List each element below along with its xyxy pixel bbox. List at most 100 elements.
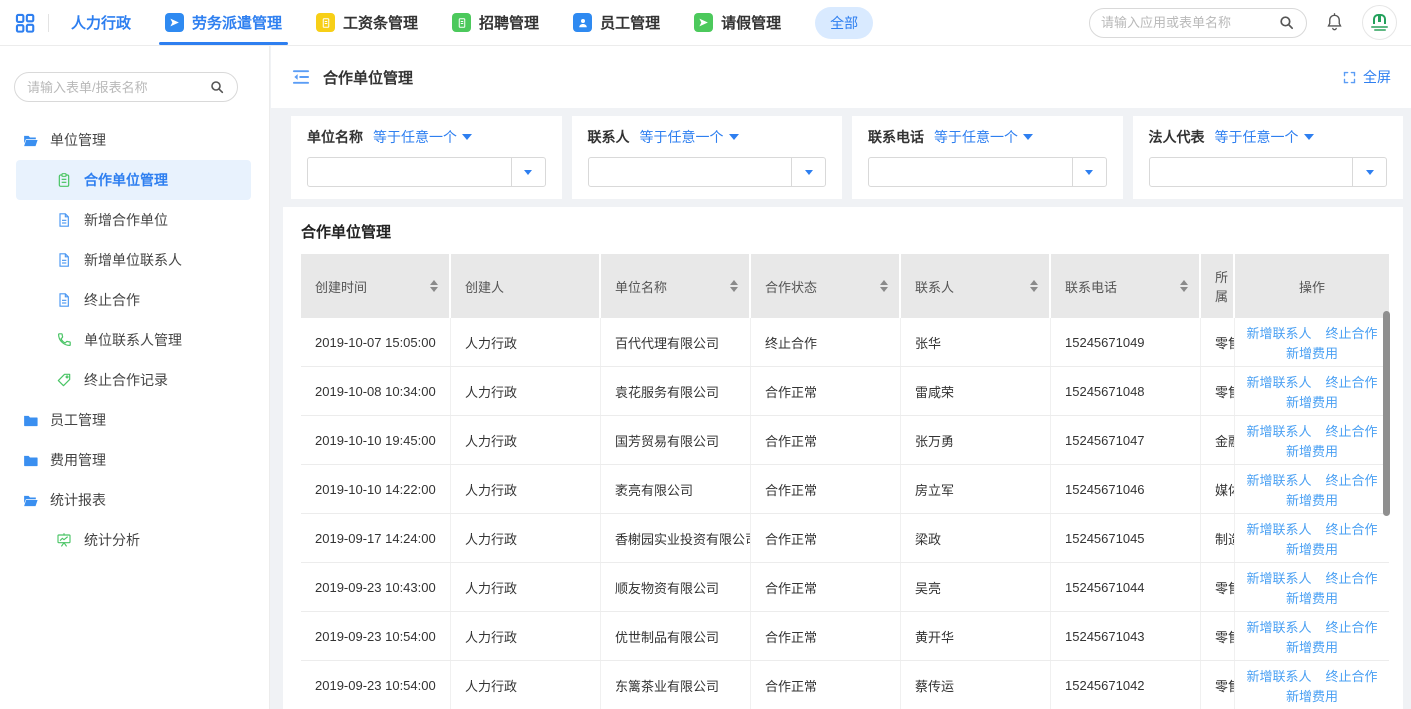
terminate-cooperation-link[interactable]: 终止合作 bbox=[1326, 519, 1378, 538]
search-icon[interactable] bbox=[1278, 14, 1295, 31]
sidebar-item[interactable]: 单位联系人管理 bbox=[16, 320, 251, 360]
terminate-cooperation-link[interactable]: 终止合作 bbox=[1326, 470, 1378, 489]
cell-phone: 15245671047 bbox=[1051, 416, 1201, 464]
add-contact-link[interactable]: 新增联系人 bbox=[1246, 519, 1311, 538]
filter-select-button[interactable] bbox=[511, 158, 545, 186]
filter-bar: 单位名称 等于任意一个 联系人 等于任意一个 bbox=[291, 116, 1403, 199]
filter-select-value[interactable] bbox=[869, 158, 1072, 186]
sidebar-item[interactable]: 费用管理 bbox=[16, 440, 251, 480]
topbar-tab[interactable]: 员工管理 bbox=[573, 0, 660, 45]
add-contact-link[interactable]: 新增联系人 bbox=[1246, 617, 1311, 636]
add-fee-link[interactable]: 新增费用 bbox=[1286, 539, 1338, 558]
menu-fold-icon[interactable] bbox=[291, 67, 311, 87]
cell-industry: 零售 bbox=[1201, 367, 1235, 415]
cell-created: 2019-09-23 10:43:00 bbox=[301, 563, 451, 611]
cell-actions: 新增联系人 终止合作 新增费用 bbox=[1235, 612, 1389, 660]
sidebar-item[interactable]: 员工管理 bbox=[16, 400, 251, 440]
terminate-cooperation-link[interactable]: 终止合作 bbox=[1326, 568, 1378, 587]
cell-phone: 15245671044 bbox=[1051, 563, 1201, 611]
filter-select-button[interactable] bbox=[791, 158, 825, 186]
terminate-cooperation-link[interactable]: 终止合作 bbox=[1326, 666, 1378, 685]
vertical-scrollbar[interactable] bbox=[1383, 311, 1390, 516]
sidebar-item[interactable]: 终止合作记录 bbox=[16, 360, 251, 400]
sort-icon[interactable] bbox=[880, 280, 888, 292]
add-contact-link[interactable]: 新增联系人 bbox=[1246, 323, 1311, 342]
all-apps-pill[interactable]: 全部 bbox=[815, 7, 873, 39]
sidebar-item[interactable]: 终止合作 bbox=[16, 280, 251, 320]
cell-created: 2019-09-23 10:54:00 bbox=[301, 661, 451, 709]
sidebar-search-input[interactable] bbox=[27, 80, 209, 95]
filter-select-button[interactable] bbox=[1352, 158, 1386, 186]
sidebar-menu: 单位管理合作单位管理新增合作单位新增单位联系人终止合作单位联系人管理终止合作记录… bbox=[0, 120, 269, 560]
column-header[interactable]: 合作状态 bbox=[751, 254, 901, 318]
add-contact-link[interactable]: 新增联系人 bbox=[1246, 568, 1311, 587]
filter-operator[interactable]: 等于任意一个 bbox=[1215, 127, 1314, 147]
add-fee-link[interactable]: 新增费用 bbox=[1286, 343, 1338, 362]
sidebar-item[interactable]: 单位管理 bbox=[16, 120, 251, 160]
terminate-cooperation-link[interactable]: 终止合作 bbox=[1326, 617, 1378, 636]
add-contact-link[interactable]: 新增联系人 bbox=[1246, 372, 1311, 391]
filter-select[interactable] bbox=[868, 157, 1107, 187]
filter-operator[interactable]: 等于任意一个 bbox=[934, 127, 1033, 147]
add-fee-link[interactable]: 新增费用 bbox=[1286, 392, 1338, 411]
page-header: 合作单位管理 全屏 bbox=[271, 46, 1411, 108]
filter-select[interactable] bbox=[588, 157, 827, 187]
person-icon bbox=[573, 13, 592, 32]
topbar-tab[interactable]: 招聘管理 bbox=[452, 0, 539, 45]
filter-operator[interactable]: 等于任意一个 bbox=[640, 127, 739, 147]
filter-select-value[interactable] bbox=[1150, 158, 1353, 186]
org-logo-icon bbox=[1373, 14, 1386, 24]
bell-icon[interactable] bbox=[1325, 12, 1344, 33]
sidebar-item[interactable]: 合作单位管理 bbox=[16, 160, 251, 200]
terminate-cooperation-link[interactable]: 终止合作 bbox=[1326, 421, 1378, 440]
fullscreen-button[interactable]: 全屏 bbox=[1342, 67, 1391, 87]
column-header[interactable]: 联系人 bbox=[901, 254, 1051, 318]
filter-select[interactable] bbox=[307, 157, 546, 187]
app-grid-icon[interactable] bbox=[14, 12, 36, 34]
sidebar-item[interactable]: 新增合作单位 bbox=[16, 200, 251, 240]
sort-icon[interactable] bbox=[430, 280, 438, 292]
search-icon[interactable] bbox=[209, 79, 225, 95]
column-header[interactable]: 创建时间 bbox=[301, 254, 451, 318]
topbar-tab[interactable]: 劳务派遣管理 bbox=[165, 0, 282, 45]
topbar-tabs: 劳务派遣管理工资条管理招聘管理 员工管理 请假管理 bbox=[165, 0, 815, 45]
add-contact-link[interactable]: 新增联系人 bbox=[1246, 421, 1311, 440]
filter-select[interactable] bbox=[1149, 157, 1388, 187]
sidebar-item[interactable]: 新增单位联系人 bbox=[16, 240, 251, 280]
sidebar-item[interactable]: 统计报表 bbox=[16, 480, 251, 520]
topbar-tab[interactable]: 工资条管理 bbox=[316, 0, 418, 45]
filter-select-button[interactable] bbox=[1072, 158, 1106, 186]
sidebar-item[interactable]: 统计分析 bbox=[16, 520, 251, 560]
chevron-down-icon bbox=[1366, 170, 1374, 175]
add-contact-link[interactable]: 新增联系人 bbox=[1246, 470, 1311, 489]
column-header[interactable]: 联系电话 bbox=[1051, 254, 1201, 318]
app-search[interactable] bbox=[1089, 8, 1307, 38]
workspace-name[interactable]: 人力行政 bbox=[71, 12, 131, 33]
add-fee-link[interactable]: 新增费用 bbox=[1286, 490, 1338, 509]
tab-label: 员工管理 bbox=[600, 12, 660, 33]
sidebar-search[interactable] bbox=[14, 72, 238, 102]
terminate-cooperation-link[interactable]: 终止合作 bbox=[1326, 323, 1378, 342]
sidebar-item-label: 统计报表 bbox=[50, 490, 106, 510]
app-search-input[interactable] bbox=[1101, 15, 1278, 30]
add-fee-link[interactable]: 新增费用 bbox=[1286, 637, 1338, 656]
sort-icon[interactable] bbox=[730, 280, 738, 292]
add-fee-link[interactable]: 新增费用 bbox=[1286, 588, 1338, 607]
sort-icon[interactable] bbox=[1030, 280, 1038, 292]
filter-select-value[interactable] bbox=[589, 158, 792, 186]
add-contact-link[interactable]: 新增联系人 bbox=[1246, 666, 1311, 685]
cell-phone: 15245671043 bbox=[1051, 612, 1201, 660]
column-header[interactable]: 单位名称 bbox=[601, 254, 751, 318]
avatar[interactable] bbox=[1362, 5, 1397, 40]
filter-operator[interactable]: 等于任意一个 bbox=[373, 127, 472, 147]
chevron-down-icon bbox=[462, 134, 472, 140]
chevron-down-icon bbox=[1023, 134, 1033, 140]
sort-icon[interactable] bbox=[1180, 280, 1188, 292]
add-fee-link[interactable]: 新增费用 bbox=[1286, 441, 1338, 460]
cell-creator: 人力行政 bbox=[451, 661, 601, 709]
topbar-tab[interactable]: 请假管理 bbox=[694, 0, 781, 45]
add-fee-link[interactable]: 新增费用 bbox=[1286, 686, 1338, 705]
terminate-cooperation-link[interactable]: 终止合作 bbox=[1326, 372, 1378, 391]
filter-select-value[interactable] bbox=[308, 158, 511, 186]
cell-company: 百代代理有限公司 bbox=[601, 318, 751, 366]
